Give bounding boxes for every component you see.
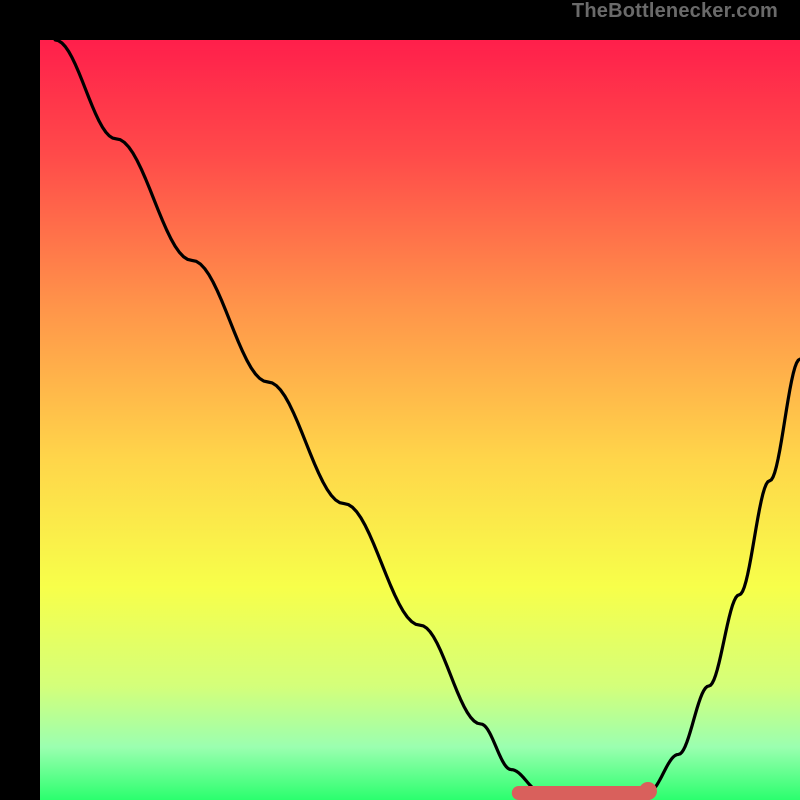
bottleneck-chart (40, 40, 800, 800)
watermark-text: TheBottlenecker.com (572, 0, 778, 23)
chart-frame (20, 20, 780, 780)
gradient-background (40, 40, 800, 800)
trough-dot-icon (639, 782, 657, 800)
